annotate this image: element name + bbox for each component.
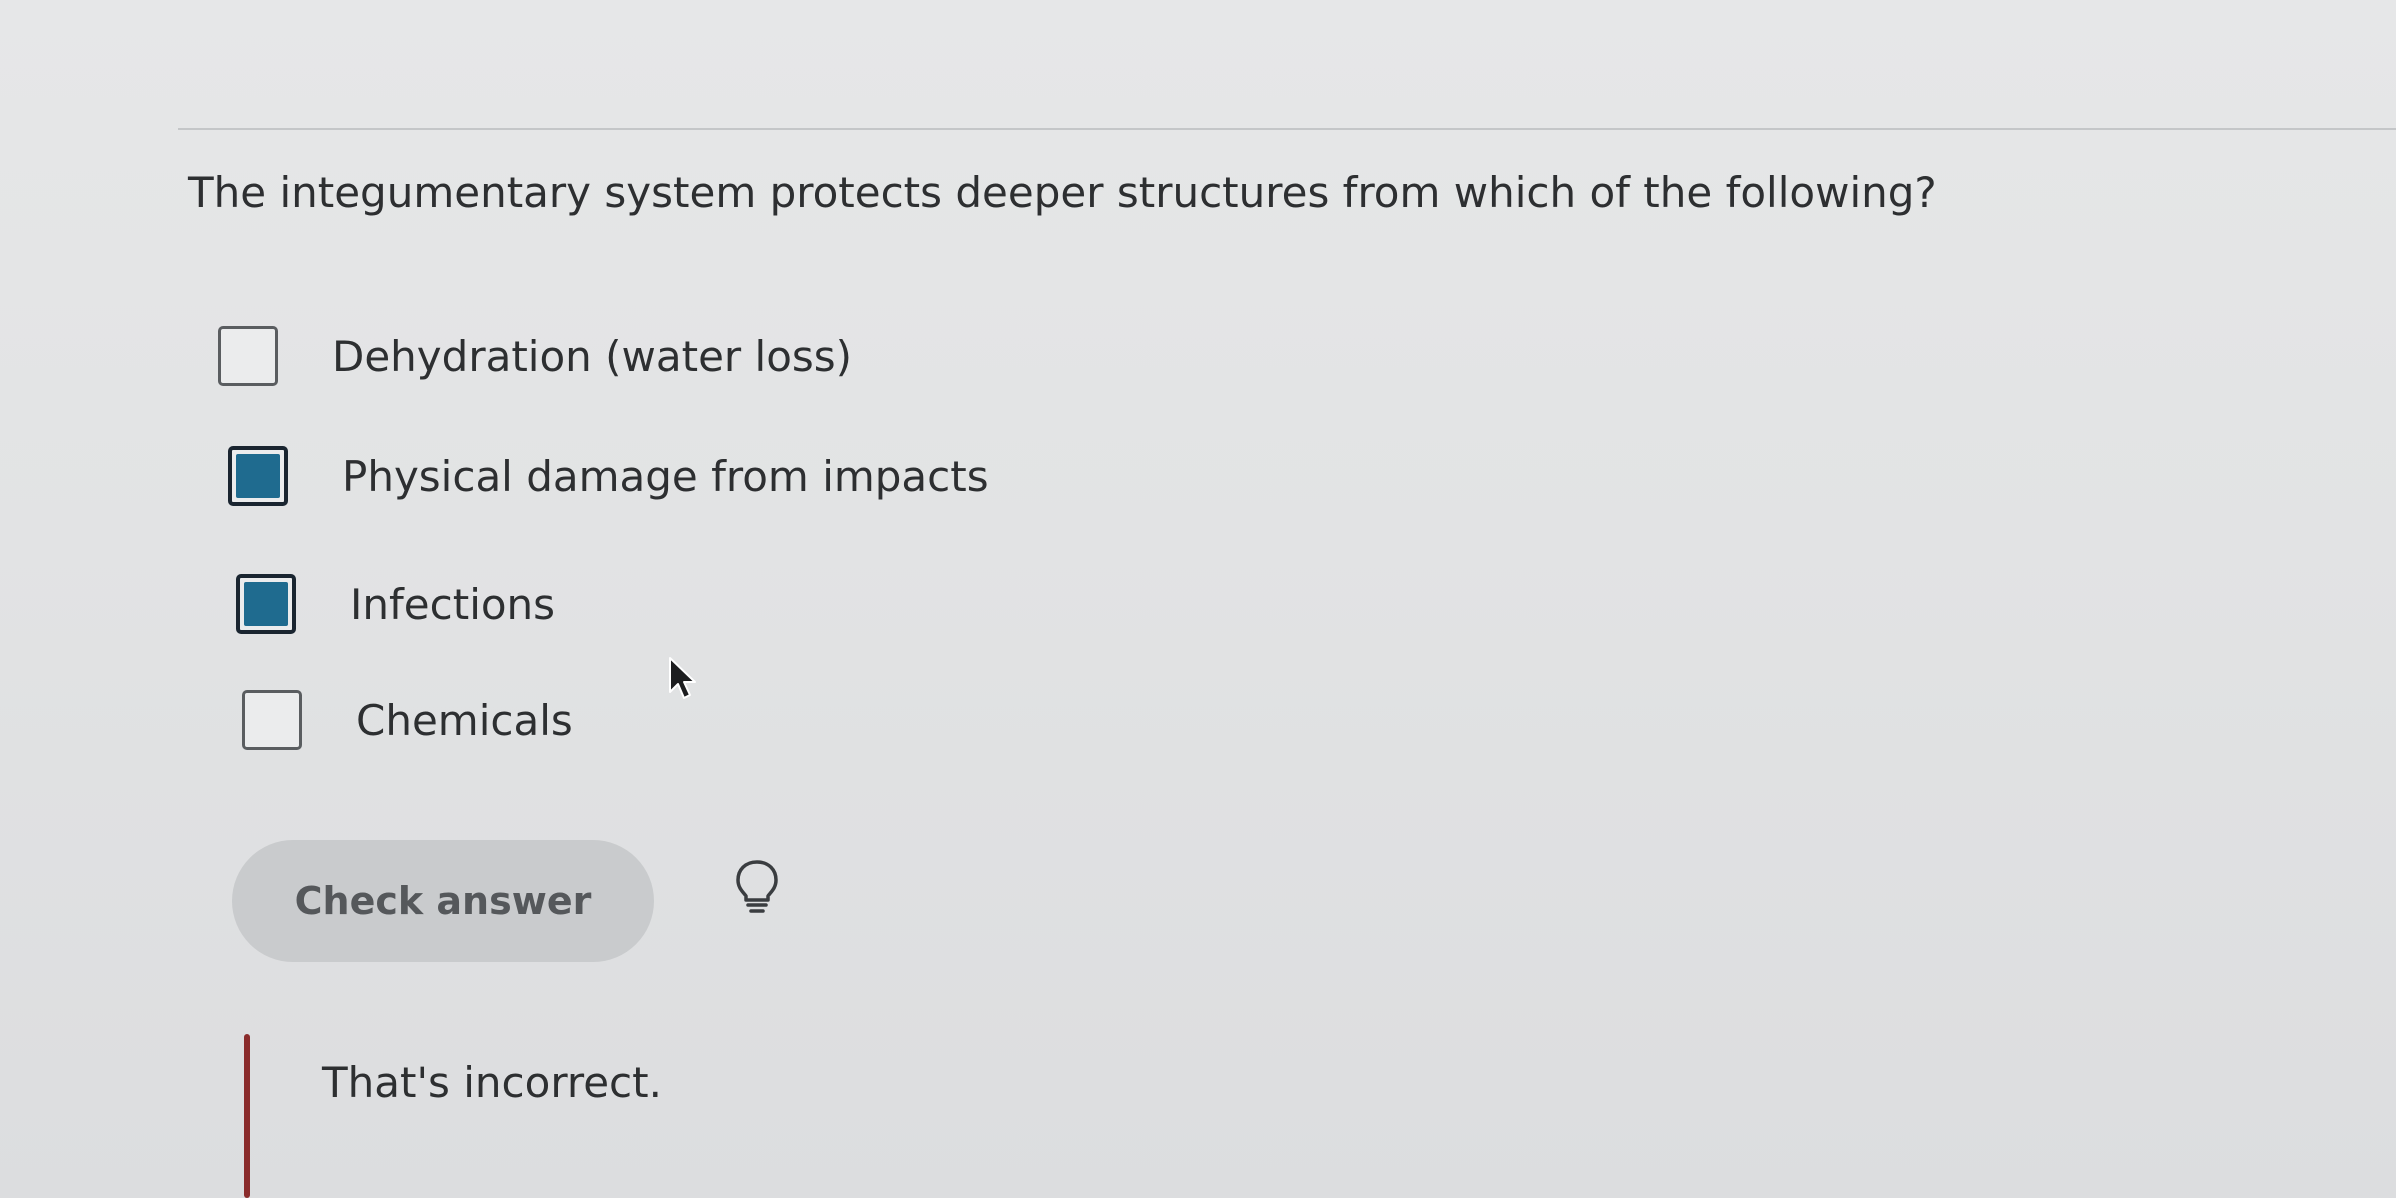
- mouse-cursor-icon: [668, 656, 698, 700]
- option-infections[interactable]: Infections: [236, 574, 555, 634]
- option-physical-damage[interactable]: Physical damage from impacts: [228, 446, 989, 506]
- checkbox-fill: [236, 454, 280, 498]
- option-dehydration[interactable]: Dehydration (water loss): [218, 326, 852, 386]
- feedback-text: That's incorrect.: [322, 1058, 662, 1107]
- checkbox-fill: [244, 582, 288, 626]
- option-label: Chemicals: [356, 695, 573, 745]
- checkbox-dehydration[interactable]: [218, 326, 278, 386]
- checkbox-infections[interactable]: [236, 574, 296, 634]
- check-answer-button[interactable]: Check answer: [232, 840, 654, 962]
- question-text: The integumentary system protects deeper…: [188, 168, 1937, 217]
- top-divider: [178, 128, 2396, 130]
- checkbox-physical-damage[interactable]: [228, 446, 288, 506]
- option-label: Physical damage from impacts: [342, 451, 989, 501]
- option-chemicals[interactable]: Chemicals: [242, 690, 573, 750]
- option-label: Dehydration (water loss): [332, 331, 853, 381]
- lightbulb-icon[interactable]: [732, 858, 782, 918]
- quiz-screen: The integumentary system protects deeper…: [0, 0, 2396, 1198]
- option-label: Infections: [350, 579, 556, 629]
- feedback-status-bar: [244, 1034, 250, 1198]
- checkbox-chemicals[interactable]: [242, 690, 302, 750]
